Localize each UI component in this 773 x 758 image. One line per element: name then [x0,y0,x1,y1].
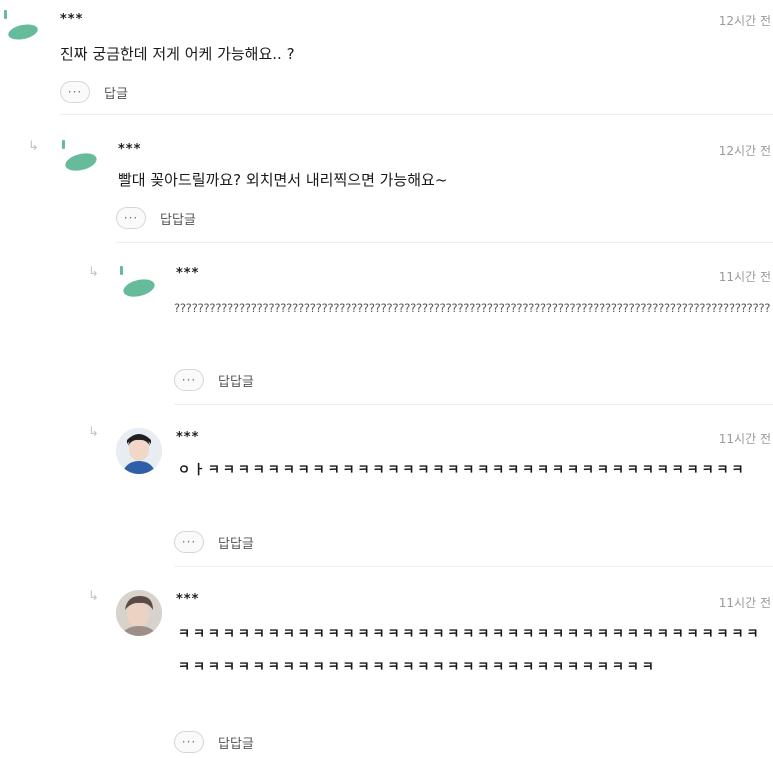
profile-photo-avatar[interactable] [116,590,162,636]
comment-author: *** [118,142,142,157]
reply-button[interactable]: 답답글 [218,733,254,752]
comment-author: *** [176,592,200,607]
comment-text: 빨대 꽂아드릴까요? 외치면서 내리찍으면 가능해요~ [118,171,448,189]
comment-time: 12시간 전 [718,144,771,158]
comment-text: ㅇㅏㅋㅋㅋㅋㅋㅋㅋㅋㅋㅋㅋㅋㅋㅋㅋㅋㅋㅋㅋㅋㅋㅋㅋㅋㅋㅋㅋㅋㅋㅋㅋㅋㅋㅋㅋㅋ [178,463,747,478]
more-options-button[interactable]: ··· [174,369,204,391]
leaf-avatar-icon [120,266,156,302]
reply-button[interactable]: 답답글 [218,533,254,552]
reply-button[interactable]: 답글 [104,83,128,102]
leaf-avatar-icon [4,10,40,46]
divider [60,114,773,115]
comment-time: 11시간 전 [718,270,771,284]
reply-arrow-icon: ↳ [88,425,99,440]
reply-arrow-icon: ↳ [88,589,99,604]
leaf-avatar-icon [62,140,98,176]
more-options-button[interactable]: ··· [174,531,204,553]
comment-actions: ··· 답답글 [174,730,254,754]
comment-actions: ··· 답답글 [116,206,196,230]
more-options-button[interactable]: ··· [60,81,90,103]
reply-arrow-icon: ↳ [28,139,39,154]
comment-text: 진짜 궁금한데 저게 어케 가능해요.. ? [60,45,295,63]
comment-time: 11시간 전 [718,596,771,610]
comment-author: *** [176,266,200,281]
comment-author: *** [176,430,200,445]
comment-time: 11시간 전 [718,432,771,446]
comment-actions: ··· 답답글 [174,530,254,554]
more-options-button[interactable]: ··· [116,207,146,229]
reply-button[interactable]: 답답글 [160,209,196,228]
reply-arrow-icon: ↳ [88,265,99,280]
comment-text: ㅋㅋㅋㅋㅋㅋㅋㅋㅋㅋㅋㅋㅋㅋㅋㅋㅋㅋㅋㅋㅋㅋㅋㅋㅋㅋㅋㅋㅋㅋㅋㅋㅋㅋㅋㅋㅋㅋㅋㅋ… [178,627,762,675]
more-options-button[interactable]: ··· [174,731,204,753]
comment-actions: ··· 답글 [60,80,128,104]
divider [116,242,773,243]
divider [174,404,773,405]
reply-button[interactable]: 답답글 [218,371,254,390]
comment-text: ????????????????????????????????????????… [174,301,770,315]
profile-photo-avatar[interactable] [116,428,162,474]
comment-time: 12시간 전 [718,14,771,28]
comment-actions: ··· 답답글 [174,368,254,392]
divider [174,566,773,567]
comment-author: *** [60,12,84,27]
